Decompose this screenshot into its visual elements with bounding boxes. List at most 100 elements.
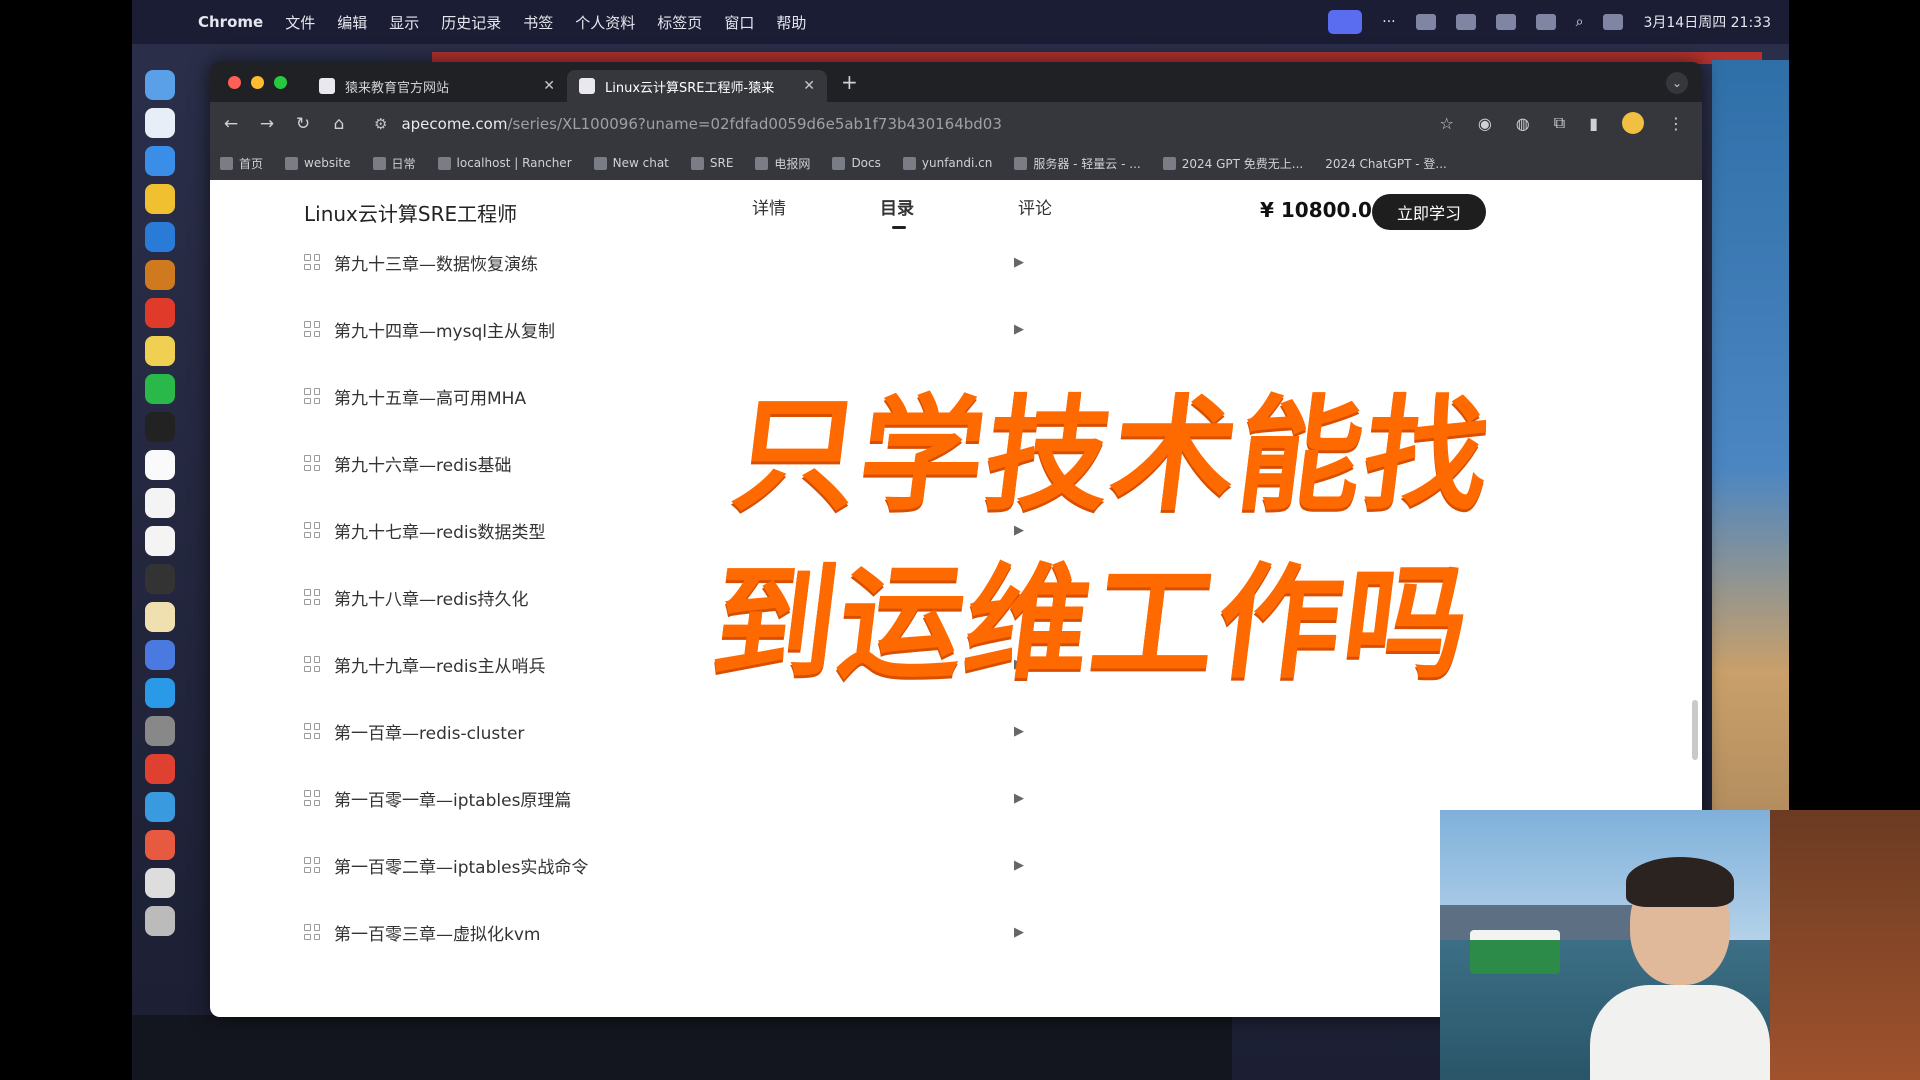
- menu-app-name[interactable]: Chrome: [198, 13, 263, 31]
- close-tab-icon[interactable]: ✕: [803, 78, 815, 94]
- wechat-dock-icon[interactable]: [145, 374, 175, 404]
- search-icon[interactable]: ⌕: [1576, 14, 1584, 30]
- finder-icon[interactable]: [145, 70, 175, 100]
- bookmark-item[interactable]: 首页: [220, 155, 263, 172]
- maximize-window-button[interactable]: [274, 75, 287, 89]
- bookmark-item[interactable]: localhost | Rancher: [437, 156, 572, 170]
- menu-file[interactable]: 文件: [285, 12, 315, 33]
- clock[interactable]: 3月14日周四 21:33: [1643, 12, 1771, 32]
- tab-catalog[interactable]: 目录: [880, 194, 914, 229]
- chapter-row[interactable]: 第一百零二章—iptables实战命令 ▶: [304, 845, 1024, 885]
- back-icon[interactable]: ←: [216, 114, 246, 134]
- folder-icon[interactable]: [145, 602, 175, 632]
- tab-ape-home[interactable]: 猿来教育官方网站 ✕: [307, 70, 567, 102]
- screen-share-icon[interactable]: [1328, 10, 1363, 34]
- chevron-right-icon[interactable]: ▶: [1014, 925, 1024, 940]
- new-tab-button[interactable]: +: [841, 70, 858, 94]
- chapter-row[interactable]: 第九十四章—mysql主从复制 ▶: [304, 309, 1024, 349]
- app4-icon[interactable]: [145, 830, 175, 860]
- bookmark-item[interactable]: 2024 GPT 免费无上...: [1162, 155, 1303, 172]
- minimize-window-button[interactable]: [251, 75, 264, 89]
- more-icon[interactable]: ···: [1382, 14, 1395, 30]
- chapter-row[interactable]: 第一百零三章—虚拟化kvm ▶: [304, 912, 1024, 952]
- chevron-right-icon[interactable]: ▶: [1014, 724, 1024, 739]
- weibo-icon[interactable]: [145, 298, 175, 328]
- reminders-icon[interactable]: [145, 526, 175, 556]
- folder-icon: [690, 156, 704, 170]
- caption-line-2: 到运维工作吗: [704, 552, 1479, 696]
- chapter-row[interactable]: 第一百零一章—iptables原理篇 ▶: [304, 778, 1024, 818]
- calendar-icon[interactable]: [145, 488, 175, 518]
- scrollbar-thumb[interactable]: [1692, 700, 1698, 760]
- bookmark-icon: [755, 156, 769, 170]
- iterm-icon[interactable]: [145, 564, 175, 594]
- bookmark-item[interactable]: SRE: [690, 156, 733, 170]
- close-tab-icon[interactable]: ✕: [543, 78, 555, 94]
- bookmark-star-icon[interactable]: ☆: [1439, 114, 1453, 133]
- bookmark-item[interactable]: New chat: [593, 156, 669, 170]
- app2-icon[interactable]: [145, 640, 175, 670]
- bookmark-label: 首页: [239, 156, 264, 171]
- chevron-right-icon[interactable]: ▶: [1014, 858, 1024, 873]
- grid-icon: [304, 388, 320, 404]
- chevron-right-icon[interactable]: ▶: [1014, 255, 1024, 270]
- sidepanel-icon[interactable]: ▮: [1589, 114, 1598, 133]
- profile-avatar[interactable]: [1622, 112, 1644, 134]
- wechat-icon[interactable]: [1495, 14, 1516, 30]
- bookmark-item[interactable]: 日常: [372, 155, 416, 172]
- menu-window[interactable]: 窗口: [724, 12, 754, 33]
- chevron-right-icon[interactable]: ▶: [1014, 322, 1024, 337]
- notes-icon[interactable]: [145, 336, 175, 366]
- launchpad-icon[interactable]: [145, 108, 175, 138]
- home-icon[interactable]: ⌂: [324, 114, 354, 134]
- bookmark-item[interactable]: 2024 ChatGPT - 登...: [1325, 155, 1447, 172]
- tab-course[interactable]: Linux云计算SRE工程师-猿来 ✕: [567, 70, 827, 102]
- chevron-right-icon[interactable]: ▶: [1014, 791, 1024, 806]
- menu-help[interactable]: 帮助: [776, 12, 806, 33]
- file-icon[interactable]: [145, 868, 175, 898]
- chapter-row[interactable]: 第九十三章—数据恢复演练 ▶: [304, 242, 1024, 282]
- settings-icon[interactable]: [145, 716, 175, 746]
- extension-icon[interactable]: ◉: [1478, 114, 1492, 133]
- app-store-icon[interactable]: [145, 792, 175, 822]
- tab-details[interactable]: 详情: [752, 194, 786, 219]
- menu-bookmarks[interactable]: 书签: [523, 12, 553, 33]
- wifi-icon[interactable]: [1455, 14, 1476, 30]
- menu-view[interactable]: 显示: [389, 12, 419, 33]
- puzzle-icon[interactable]: ⧉: [1554, 113, 1565, 133]
- address-bar[interactable]: ⚙ apecome.com/series/XL100096?uname=02fd…: [374, 108, 1394, 140]
- tab-comments[interactable]: 评论: [1018, 194, 1052, 219]
- trash-icon[interactable]: [145, 906, 175, 936]
- menu-edit[interactable]: 编辑: [337, 12, 367, 33]
- feishu-icon[interactable]: [145, 678, 175, 708]
- enroll-button[interactable]: 立即学习: [1372, 194, 1486, 230]
- control-center-icon[interactable]: [1603, 14, 1624, 30]
- battery-icon[interactable]: [1535, 14, 1556, 30]
- app3-icon[interactable]: [145, 754, 175, 784]
- bookmark-item[interactable]: website: [285, 156, 351, 170]
- close-window-button[interactable]: [228, 75, 241, 89]
- tab-search-button[interactable]: ⌄: [1666, 72, 1688, 94]
- safari-icon[interactable]: [145, 146, 175, 176]
- typora-icon[interactable]: [145, 450, 175, 480]
- forward-icon[interactable]: →: [252, 114, 282, 134]
- reload-icon[interactable]: ↻: [288, 114, 318, 134]
- app-icon[interactable]: [145, 260, 175, 290]
- bookmark-item[interactable]: yunfandi.cn: [902, 156, 992, 170]
- menu-history[interactable]: 历史记录: [441, 12, 501, 33]
- grid-icon: [304, 254, 320, 270]
- menu-tabs[interactable]: 标签页: [657, 12, 702, 33]
- bookmark-item[interactable]: Docs: [832, 156, 881, 170]
- site-info-icon[interactable]: ⚙: [374, 115, 387, 133]
- chapter-row[interactable]: 第一百章—redis-cluster ▶: [304, 711, 1024, 751]
- shield-icon[interactable]: [1415, 14, 1436, 30]
- edge-icon[interactable]: [145, 222, 175, 252]
- bookmark-item[interactable]: 电报网: [755, 155, 810, 172]
- menu-profiles[interactable]: 个人资料: [575, 12, 635, 33]
- kebab-menu-icon[interactable]: ⋮: [1668, 114, 1684, 133]
- terminal-icon[interactable]: [145, 412, 175, 442]
- bookmark-item[interactable]: 服务器 - 轻量云 - ...: [1014, 155, 1141, 172]
- chrome-icon[interactable]: [145, 184, 175, 214]
- site-favicon: [579, 78, 595, 94]
- extension2-icon[interactable]: ◍: [1516, 114, 1530, 133]
